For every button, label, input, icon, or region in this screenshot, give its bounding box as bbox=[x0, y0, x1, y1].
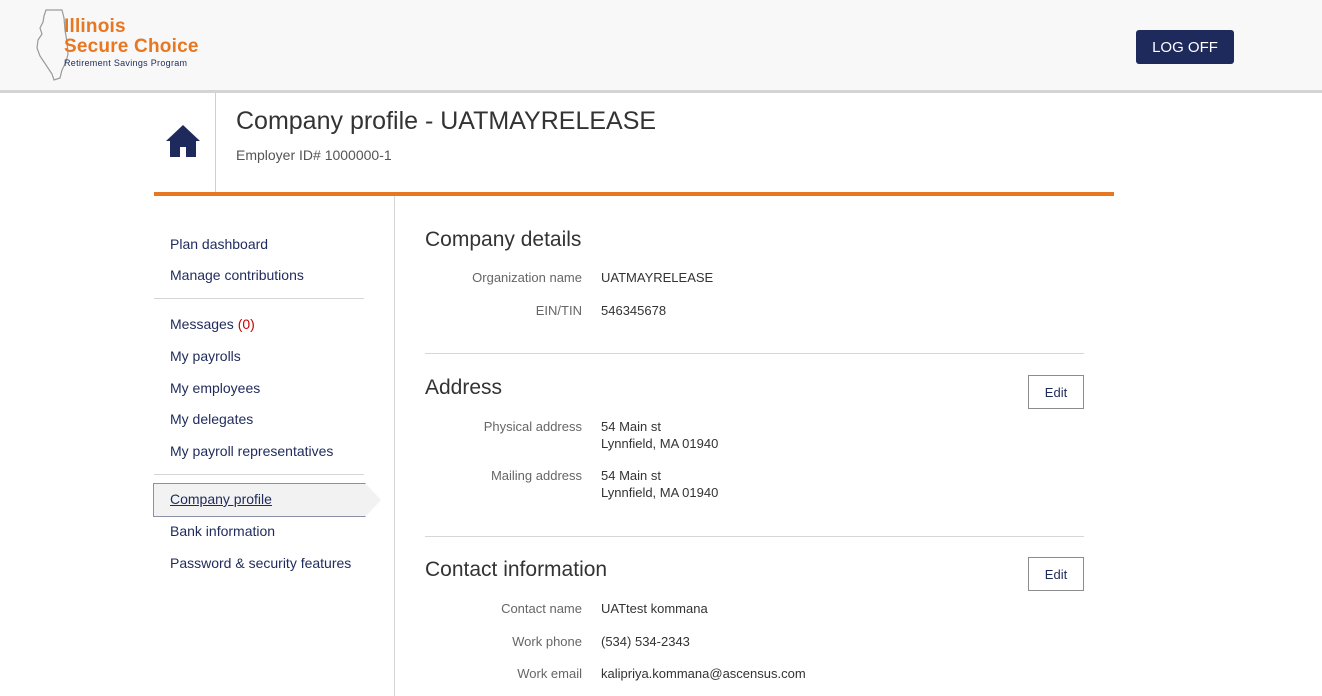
sidebar-divider bbox=[154, 298, 364, 299]
home-icon bbox=[166, 125, 200, 157]
mailing-address-value: 54 Main st Lynnfield, MA 01940 bbox=[601, 467, 718, 501]
sidebar-active-pointer bbox=[365, 483, 381, 517]
sidebar-item-plan-dashboard[interactable]: Plan dashboard bbox=[170, 236, 268, 252]
sidebar-item-my-employees[interactable]: My employees bbox=[170, 380, 260, 396]
sidebar-item-password-security[interactable]: Password & security features bbox=[170, 555, 351, 571]
address-line: 54 Main st bbox=[601, 468, 661, 483]
physical-address-value: 54 Main st Lynnfield, MA 01940 bbox=[601, 418, 718, 452]
edit-address-button[interactable]: Edit bbox=[1028, 375, 1084, 409]
work-phone-value: (534) 534-2343 bbox=[601, 634, 690, 649]
contact-name-label: Contact name bbox=[501, 601, 582, 616]
sidebar-item-my-payrolls[interactable]: My payrolls bbox=[170, 348, 241, 364]
log-off-button[interactable]: LOG OFF bbox=[1136, 30, 1234, 64]
ein-label: EIN/TIN bbox=[535, 303, 582, 318]
page-title: Company profile - UATMAYRELEASE bbox=[236, 107, 657, 135]
home-link[interactable] bbox=[154, 93, 216, 193]
work-email-value: kalipriya.kommana@ascensus.com bbox=[601, 666, 806, 681]
edit-contact-button[interactable]: Edit bbox=[1028, 557, 1084, 591]
sidebar-item-label: Messages bbox=[170, 316, 234, 332]
section-title: Company details bbox=[425, 228, 582, 251]
address-line: Lynnfield, MA 01940 bbox=[601, 485, 719, 500]
logo-tagline: Retirement Savings Program bbox=[64, 58, 188, 68]
mailing-address-label: Mailing address bbox=[490, 468, 582, 483]
work-phone-label: Work phone bbox=[512, 634, 582, 649]
work-email-label: Work email bbox=[517, 666, 582, 681]
header-accent-rule bbox=[154, 192, 1114, 196]
sidebar-item-messages[interactable]: Messages (0) bbox=[170, 316, 255, 332]
physical-address-label: Physical address bbox=[483, 419, 582, 434]
sidebar-item-my-payroll-representatives[interactable]: My payroll representatives bbox=[170, 443, 333, 459]
employer-id: Employer ID# 1000000-1 bbox=[236, 147, 392, 163]
sidebar-item-bank-information[interactable]: Bank information bbox=[170, 523, 275, 539]
contact-name-value: UATtest kommana bbox=[601, 601, 708, 616]
ein-value: 546345678 bbox=[601, 303, 667, 318]
address-line: 54 Main st bbox=[601, 419, 661, 434]
illinois-secure-choice-logo[interactable]: Illinois Secure Choice Retirement Saving… bbox=[34, 8, 214, 82]
sidebar-item-my-delegates[interactable]: My delegates bbox=[170, 411, 253, 427]
address-line: Lynnfield, MA 01940 bbox=[601, 436, 719, 451]
top-bar: Illinois Secure Choice Retirement Saving… bbox=[0, 0, 1322, 93]
sidebar-divider bbox=[154, 474, 364, 475]
messages-count-badge: (0) bbox=[237, 316, 255, 332]
section-divider bbox=[425, 536, 1084, 537]
section-divider bbox=[425, 353, 1084, 354]
sidebar-item-manage-contributions[interactable]: Manage contributions bbox=[170, 267, 304, 283]
organization-name-label: Organization name bbox=[472, 270, 582, 285]
content-divider bbox=[394, 196, 395, 696]
section-title: Address bbox=[425, 376, 503, 399]
logo-title-line1: Illinois bbox=[64, 16, 126, 37]
sidebar-item-company-profile[interactable]: Company profile bbox=[170, 491, 272, 507]
logo-title-line2: Secure Choice bbox=[64, 36, 199, 57]
organization-name-value: UATMAYRELEASE bbox=[601, 270, 714, 285]
section-title: Contact information bbox=[425, 558, 608, 581]
